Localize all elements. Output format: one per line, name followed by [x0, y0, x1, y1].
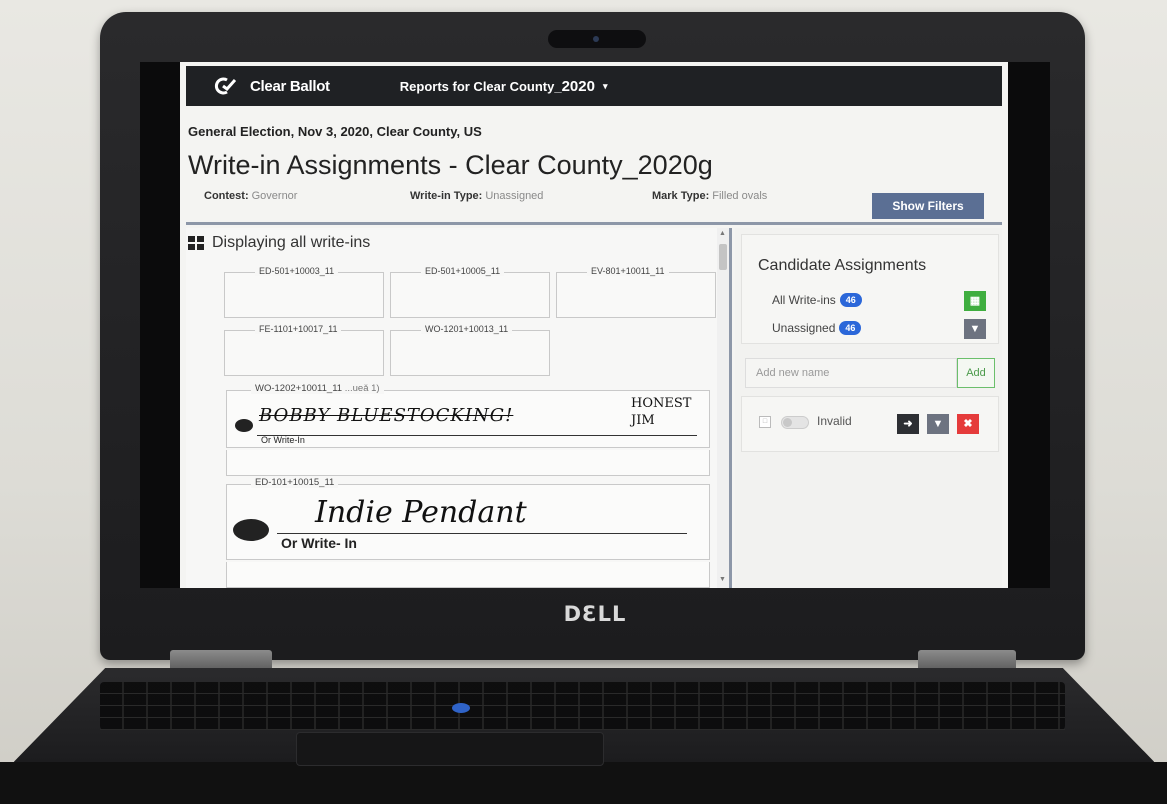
add-name-button[interactable]: Add — [957, 358, 995, 388]
candidate-assignments-panel: Candidate Assignments All Write-ins 46 ▦… — [735, 228, 1002, 588]
grid-view-icon[interactable] — [188, 236, 204, 250]
writein-list-panel: Displaying all write-ins ED-501+10003_11… — [186, 228, 732, 588]
thumbnail-id: ED-501+10003_11 — [255, 266, 339, 276]
touchpad — [296, 732, 604, 766]
filter-contest-label: Contest: — [204, 190, 249, 202]
thumbnail-id: WO-1201+10013_11 — [421, 324, 513, 334]
writein-line — [257, 435, 697, 436]
ballot-id: ED-101+10015_11 — [251, 477, 339, 488]
filter-icon[interactable]: ▼ — [927, 414, 949, 434]
app-screen: Clear Ballot Reports for Clear County_ 2… — [180, 62, 1008, 588]
close-icon[interactable]: ✖ — [957, 414, 979, 434]
arrow-right-icon[interactable]: ➜ — [897, 414, 919, 434]
candidate-checkbox[interactable]: □ — [759, 416, 771, 428]
writein-thumbnail[interactable]: ED-501+10005_11 — [390, 266, 550, 318]
thumbnail-id: FE-1101+10017_11 — [255, 324, 342, 334]
brand-name: Clear Ballot — [250, 77, 330, 95]
writein-ballot-image[interactable]: ED-101+10015_11 Or Write- In Indie Penda… — [226, 477, 710, 560]
candidate-toggle[interactable] — [781, 416, 809, 429]
reports-menu-dropdown[interactable]: Reports for Clear County_ 2020 ▾ — [400, 78, 608, 95]
trackpoint — [452, 703, 470, 713]
header-divider — [186, 222, 1002, 225]
or-writein-label: Or Write- In — [281, 535, 357, 551]
count-badge: 46 — [839, 321, 862, 335]
writein-thumbnail[interactable]: WO-1201+10013_11 — [390, 324, 550, 376]
handwritten-name: HONEST JIM — [631, 396, 692, 428]
chevron-down-icon: ▾ — [602, 80, 608, 91]
handwritten-name: Indie Pendant — [315, 495, 527, 530]
scroll-down-icon[interactable]: ▼ — [719, 576, 726, 583]
handwritten-struck-name: BOBBY BLUESTOCKING! — [259, 405, 514, 426]
thumbnail-id: ED-501+10005_11 — [421, 266, 505, 276]
reports-menu-year: 2020 — [561, 77, 595, 95]
candidate-name-label: Invalid — [817, 414, 852, 428]
filter-writein-type-value: Unassigned — [485, 190, 544, 202]
writein-ballot-image[interactable]: WO-1202+10011_11 ...ueǎ 1) Or Write-In B… — [226, 383, 710, 448]
webcam — [548, 30, 646, 48]
writein-line — [277, 533, 687, 534]
add-name-input[interactable]: Add new name — [745, 358, 957, 388]
filter-mark-type-value: Filled ovals — [712, 190, 768, 202]
filter-mark-type-label: Mark Type: — [652, 190, 710, 202]
show-filters-button[interactable]: Show Filters — [872, 193, 984, 219]
ballot-spacer — [226, 450, 710, 476]
dell-logo: DƐLL — [563, 602, 627, 626]
filled-oval — [235, 419, 253, 432]
thumbnail-id: EV-801+10011_11 — [587, 266, 669, 276]
candidate-assignments-card: Candidate Assignments All Write-ins 46 ▦… — [741, 234, 999, 344]
ballot-id: WO-1202+10011_11 ...ueǎ 1) — [251, 383, 384, 394]
filled-oval — [233, 519, 269, 541]
keyboard-rows — [100, 682, 1065, 730]
all-writeins-label: All Write-ins — [772, 293, 836, 307]
unassigned-row[interactable]: Unassigned 46 — [772, 321, 862, 335]
ballot-spacer — [226, 562, 710, 588]
writein-thumbnail[interactable]: EV-801+10011_11 — [556, 266, 716, 318]
all-writeins-row[interactable]: All Write-ins 46 — [772, 293, 862, 307]
filter-mark-type: Mark Type: Filled ovals — [652, 190, 767, 202]
writein-thumbnail[interactable]: FE-1101+10017_11 — [224, 324, 384, 376]
reports-menu-label: Reports for Clear County_ — [399, 78, 562, 94]
scroll-up-icon[interactable]: ▲ — [719, 230, 726, 237]
filter-icon[interactable]: ▼ — [964, 319, 986, 339]
webcam-lens — [593, 36, 599, 42]
top-nav-bar: Clear Ballot Reports for Clear County_ 2… — [186, 66, 1002, 106]
grid-icon[interactable]: ▦ — [964, 291, 986, 311]
filter-writein-type-label: Write-in Type: — [410, 190, 483, 202]
unassigned-label: Unassigned — [772, 321, 836, 335]
writein-thumbnail[interactable]: ED-501+10003_11 — [224, 266, 384, 318]
filter-contest-value: Governor — [251, 190, 298, 202]
count-badge: 46 — [839, 293, 862, 307]
candidate-assignments-title: Candidate Assignments — [758, 257, 927, 274]
writein-list-heading: Displaying all write-ins — [188, 234, 370, 252]
laptop-front-edge — [0, 762, 1167, 804]
filter-writein-type: Write-in Type: Unassigned — [410, 190, 543, 202]
clear-ballot-logo-icon — [214, 77, 236, 95]
scrollbar-thumb[interactable] — [719, 244, 727, 270]
writein-list-heading-text: Displaying all write-ins — [212, 234, 371, 251]
election-subtitle: General Election, Nov 3, 2020, Clear Cou… — [188, 124, 482, 139]
writein-list-scrollbar[interactable]: ▲ ▼ — [717, 228, 729, 588]
or-writein-label: Or Write-In — [261, 435, 305, 445]
page-title: Write-in Assignments - Clear County_2020… — [188, 150, 713, 180]
filter-contest: Contest: Governor — [204, 190, 297, 202]
